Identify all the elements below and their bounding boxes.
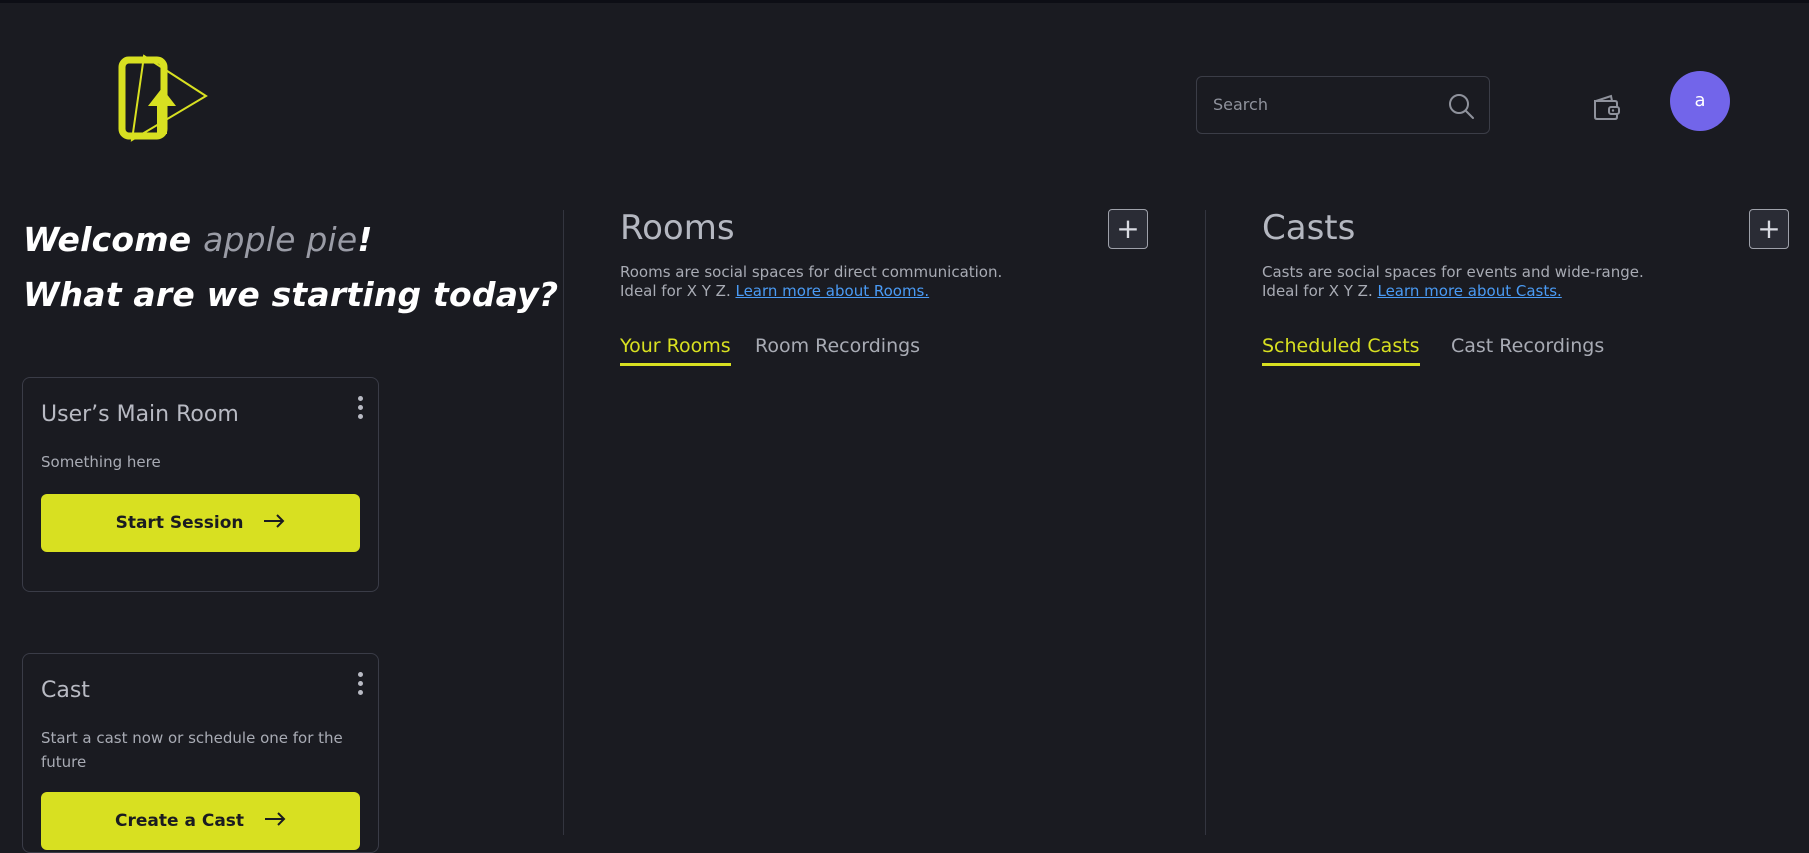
casts-description: Casts are social spaces for events and w… [1262, 263, 1722, 301]
tab-cast-recordings[interactable]: Cast Recordings [1451, 335, 1604, 357]
create-cast-button[interactable]: Create a Cast [41, 792, 360, 850]
wallet-icon[interactable] [1591, 92, 1621, 122]
learn-more-rooms-link[interactable]: Learn more about Rooms. [735, 282, 929, 300]
button-label: Create a Cast [115, 811, 245, 831]
welcome-subtitle: What are we starting today? [23, 275, 559, 314]
welcome-greeting: Welcome [23, 220, 204, 259]
search-icon[interactable] [1447, 92, 1475, 120]
rooms-desc-prefix: Ideal for X Y Z. [620, 282, 736, 300]
avatar[interactable]: a [1670, 71, 1730, 131]
casts-desc-prefix: Ideal for X Y Z. [1262, 282, 1378, 300]
rooms-title: Rooms [620, 208, 735, 248]
learn-more-casts-link[interactable]: Learn more about Casts. [1377, 282, 1561, 300]
top-border [0, 0, 1809, 3]
button-label: Start Session [115, 513, 244, 533]
rooms-desc-line1: Rooms are social spaces for direct commu… [620, 263, 1003, 281]
arrow-right-icon [263, 494, 285, 552]
main-room-card: User’s Main Room Something here Start Se… [22, 377, 379, 592]
tab-room-recordings[interactable]: Room Recordings [755, 335, 920, 357]
welcome-line: Welcome apple pie! [23, 212, 558, 267]
card-description: Something here [41, 453, 161, 471]
kebab-menu-icon[interactable] [356, 396, 364, 424]
add-room-button[interactable]: + [1108, 209, 1148, 249]
welcome-exclaim: ! [357, 220, 373, 259]
user-name: apple pie [203, 220, 358, 259]
add-cast-button[interactable]: + [1749, 209, 1789, 249]
column-divider [1205, 210, 1206, 835]
start-session-button[interactable]: Start Session [41, 494, 360, 552]
card-title: Cast [41, 678, 90, 703]
card-description: Start a cast now or schedule one for the… [41, 729, 343, 771]
tab-scheduled-casts[interactable]: Scheduled Casts [1262, 335, 1420, 366]
kebab-menu-icon[interactable] [356, 672, 364, 700]
card-title: User’s Main Room [41, 402, 239, 427]
rooms-description: Rooms are social spaces for direct commu… [620, 263, 1080, 301]
casts-desc-line1: Casts are social spaces for events and w… [1262, 263, 1644, 281]
search-box[interactable]: Search [1196, 76, 1490, 134]
arrow-right-icon [264, 792, 286, 850]
column-divider [563, 210, 564, 835]
welcome-heading: Welcome apple pie! What are we starting … [23, 212, 558, 322]
casts-desc-line2: Ideal for X Y Z. Learn more about Casts. [1262, 282, 1722, 301]
cast-card: Cast Start a cast now or schedule one fo… [22, 653, 379, 853]
tab-your-rooms[interactable]: Your Rooms [620, 335, 731, 366]
search-input[interactable]: Search [1213, 95, 1268, 114]
app-logo[interactable] [118, 50, 210, 144]
casts-title: Casts [1262, 208, 1356, 248]
rooms-desc-line2: Ideal for X Y Z. Learn more about Rooms. [620, 282, 1080, 301]
